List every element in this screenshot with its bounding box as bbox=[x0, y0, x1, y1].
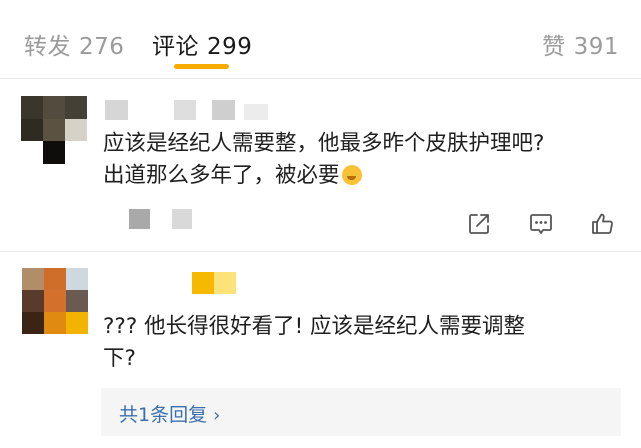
username-mosaic[interactable] bbox=[105, 100, 128, 120]
thinking-emoji-icon bbox=[341, 165, 362, 185]
comment-text: ??? 他长得很好看了! 应该是经纪人需要调整 下? bbox=[103, 311, 603, 375]
tab-repost-count: 276 bbox=[79, 34, 125, 60]
active-tab-indicator bbox=[174, 64, 229, 69]
tab-comment-label: 评论 bbox=[152, 34, 199, 60]
avatar[interactable] bbox=[22, 268, 88, 334]
like-button[interactable] bbox=[590, 211, 616, 237]
username-mosaic bbox=[214, 272, 236, 294]
username-mosaic bbox=[174, 100, 196, 120]
comment-line: 下? bbox=[103, 346, 136, 371]
comment-divider bbox=[0, 251, 641, 252]
tab-like-count: 391 bbox=[573, 34, 619, 60]
view-replies-label: 共1条回复 bbox=[119, 404, 208, 426]
tab-divider bbox=[0, 78, 641, 79]
tab-like[interactable]: 赞 391 bbox=[542, 27, 619, 61]
avatar[interactable] bbox=[21, 96, 87, 164]
share-button[interactable] bbox=[466, 211, 492, 237]
reply-preview-box[interactable]: 共1条回复 › bbox=[101, 388, 621, 436]
chevron-right-icon: › bbox=[213, 405, 221, 426]
share-icon bbox=[469, 214, 489, 234]
tab-comment[interactable]: 评论 299 bbox=[152, 27, 252, 61]
comment-line: 应该是经纪人需要整，他最多昨个皮肤护理吧? bbox=[103, 131, 545, 156]
tab-comment-count: 299 bbox=[207, 34, 253, 60]
tab-repost[interactable]: 转发 276 bbox=[24, 27, 124, 61]
comment-line: 出道那么多年了，被必要 bbox=[103, 160, 603, 192]
tab-like-label: 赞 bbox=[542, 34, 566, 60]
username-mosaic[interactable] bbox=[192, 272, 214, 294]
comment-line: ??? 他长得很好看了! 应该是经纪人需要调整 bbox=[103, 314, 526, 339]
username-mosaic bbox=[212, 100, 235, 120]
tab-repost-label: 转发 bbox=[24, 34, 71, 60]
meta-mosaic bbox=[129, 209, 150, 229]
meta-mosaic bbox=[172, 209, 192, 229]
comment-button[interactable] bbox=[528, 211, 554, 237]
comment-line-text: 出道那么多年了，被必要 bbox=[103, 163, 340, 188]
view-replies-link[interactable]: 共1条回复 › bbox=[119, 400, 220, 427]
like-icon bbox=[592, 213, 613, 234]
comment-icon bbox=[530, 214, 552, 234]
comment-text: 应该是经纪人需要整，他最多昨个皮肤护理吧? 出道那么多年了，被必要 bbox=[103, 128, 603, 192]
tab-bar: 转发 276 评论 299 赞 391 bbox=[0, 0, 641, 78]
username-mosaic bbox=[244, 104, 268, 120]
